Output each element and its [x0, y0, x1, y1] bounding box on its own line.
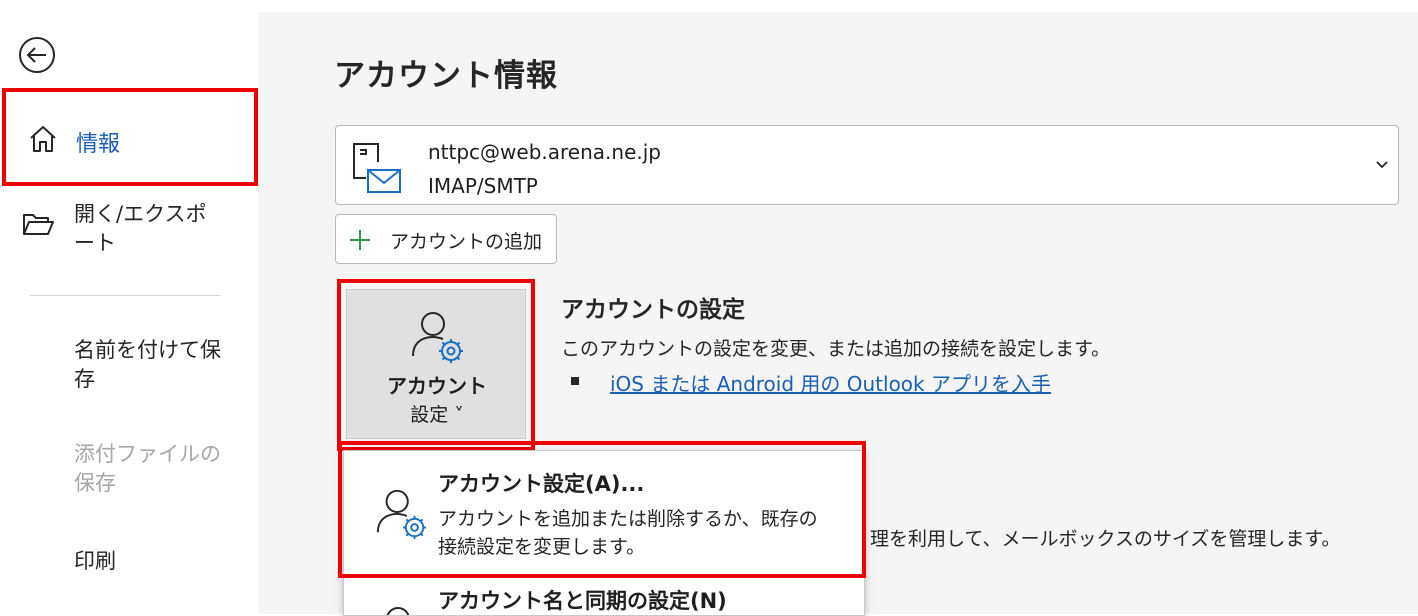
- mail-account-icon: [353, 143, 401, 193]
- account-settings-highlight: アカウント 設定 ˅: [337, 279, 535, 451]
- person-gear-icon: [412, 312, 463, 363]
- account-email: nttpc@web.arena.ne.jp: [428, 140, 661, 164]
- page-title: アカウント情報: [334, 58, 558, 94]
- sidebar-item-print[interactable]: 印刷: [74, 545, 116, 575]
- account-settings-description: このアカウントの設定を変更、または追加の接続を設定します。: [561, 338, 1111, 360]
- account-settings-button[interactable]: アカウント 設定 ˅: [346, 289, 526, 439]
- account-type: IMAP/SMTP: [428, 174, 538, 198]
- back-arrow-icon: [19, 37, 55, 73]
- add-account-button[interactable]: アカウントの追加: [335, 214, 557, 264]
- menu-item-account-settings-title: アカウント設定(A)...: [438, 472, 645, 496]
- sidebar-item-open-export[interactable]: 開く/エクスポート: [0, 196, 258, 266]
- chevron-down-icon: [1376, 161, 1388, 169]
- sidebar-item-open-export-label: 開く/エクスポート: [74, 202, 207, 255]
- mailbox-settings-description: 理を利用して、メールボックスのサイズを管理します。: [870, 528, 1341, 550]
- folder-open-icon: [23, 214, 54, 235]
- backstage-sidebar: 情報 開く/エクスポート 名前を付けて保存 添付ファイルの保存 印刷: [0, 0, 258, 614]
- plus-icon: [350, 230, 370, 250]
- account-settings-title: アカウントの設定: [561, 297, 745, 323]
- add-account-label: アカウントの追加: [390, 231, 543, 253]
- home-icon: [30, 126, 56, 152]
- account-selector[interactable]: nttpc@web.arena.ne.jp IMAP/SMTP: [335, 125, 1399, 205]
- menu-item-account-settings[interactable]: アカウント設定(A)... アカウントを追加または削除するか、既存の接続設定を変…: [344, 451, 864, 579]
- sidebar-item-info[interactable]: 情報: [2, 88, 258, 186]
- account-settings-label-line2: 設定 ˅: [410, 404, 464, 426]
- get-outlook-mobile-link[interactable]: iOS または Android 用の Outlook アプリを入手: [610, 368, 1051, 397]
- account-settings-menu: アカウント設定(A)... アカウントを追加または削除するか、既存の接続設定を変…: [343, 450, 865, 616]
- sidebar-item-save-as[interactable]: 名前を付けて保存: [74, 336, 234, 394]
- person-gear-icon: [376, 489, 427, 540]
- sidebar-item-info-label: 情報: [76, 132, 121, 157]
- menu-item-account-name-sync-title: アカウント名と同期の設定(N): [438, 589, 727, 613]
- back-button[interactable]: [18, 36, 56, 74]
- menu-item-account-name-sync[interactable]: アカウント名と同期の設定(N): [344, 579, 864, 615]
- menu-item-account-settings-desc: アカウントを追加または削除するか、既存の接続設定を変更します。: [438, 508, 818, 558]
- sidebar-divider: [30, 295, 220, 296]
- bullet-point: [571, 377, 579, 385]
- sidebar-item-save-attachments: 添付ファイルの保存: [74, 442, 221, 495]
- account-settings-label-line1: アカウント: [387, 374, 487, 398]
